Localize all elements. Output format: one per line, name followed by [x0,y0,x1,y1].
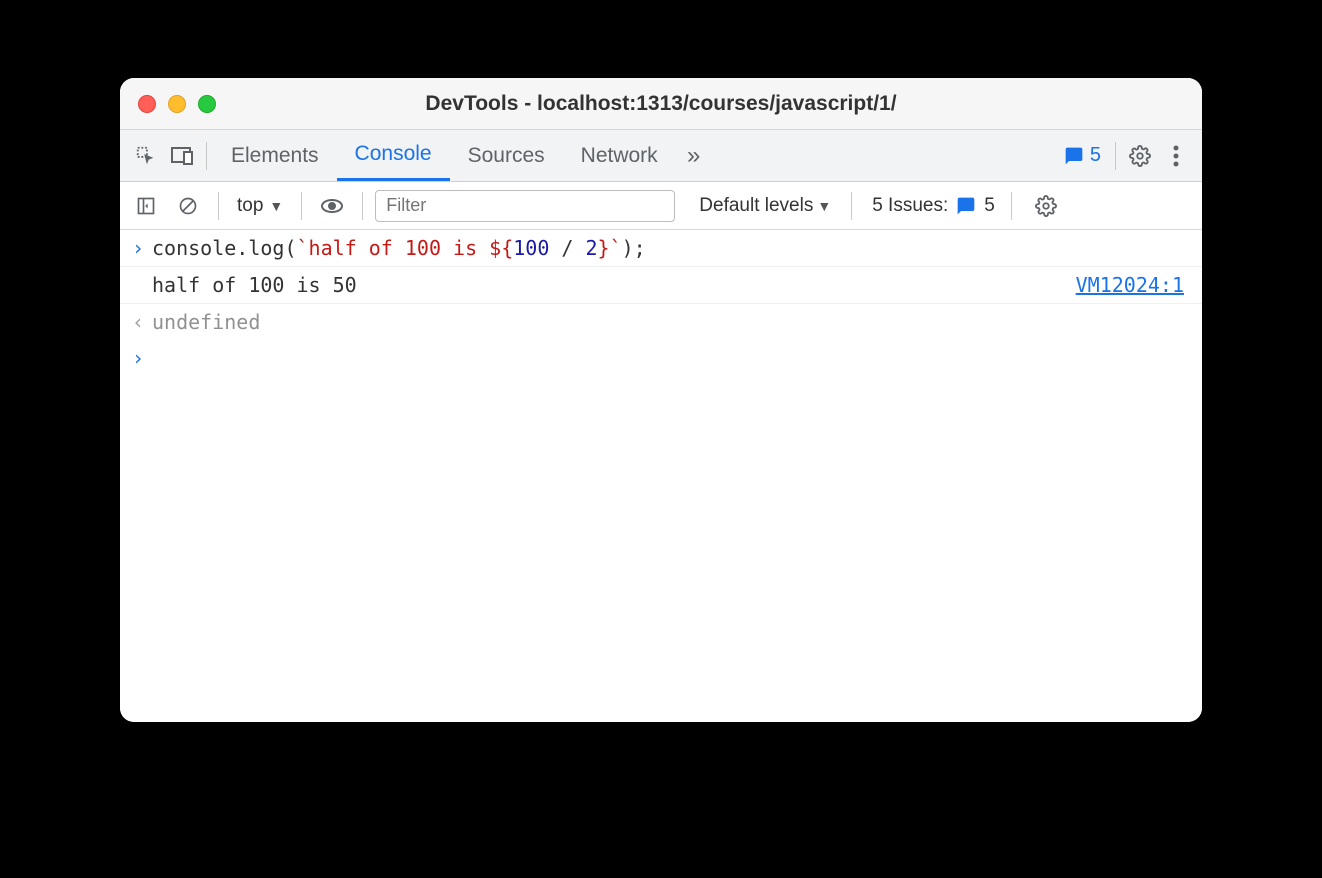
divider [218,192,219,220]
console-input-code: console.log(`half of 100 is ${100 / 2}`)… [152,236,1190,260]
console-log-text: half of 100 is 50 [152,273,1076,297]
maximize-window-button[interactable] [198,95,216,113]
context-selector[interactable]: top ▼ [231,195,289,217]
clear-console-icon[interactable] [170,188,206,224]
input-caret-icon: › [132,236,152,260]
more-tabs-icon[interactable]: » [676,138,712,174]
devtools-window: DevTools - localhost:1313/courses/javasc… [120,78,1202,722]
divider [301,192,302,220]
window-title: DevTools - localhost:1313/courses/javasc… [120,92,1202,116]
console-prompt-row[interactable]: › [120,340,1202,376]
traffic-lights [120,95,216,113]
close-window-button[interactable] [138,95,156,113]
tab-elements[interactable]: Elements [213,130,337,181]
console-settings-icon[interactable] [1028,188,1064,224]
console-return-row: ‹ undefined [120,304,1202,340]
divider [362,192,363,220]
gutter-spacer [132,273,152,297]
tab-sources[interactable]: Sources [450,130,563,181]
chevron-down-icon: ▼ [817,198,831,214]
console-output[interactable]: › console.log(`half of 100 is ${100 / 2}… [120,230,1202,722]
settings-icon[interactable] [1122,138,1158,174]
console-toolbar: top ▼ Default levels ▼ 5 Issues: 5 [120,182,1202,230]
live-expression-icon[interactable] [314,188,350,224]
console-input-row: › console.log(`half of 100 is ${100 / 2}… [120,230,1202,267]
filter-input[interactable] [375,190,675,222]
toggle-sidebar-icon[interactable] [128,188,164,224]
divider [1115,142,1116,170]
device-toolbar-icon[interactable] [164,138,200,174]
log-levels-selector[interactable]: Default levels ▼ [699,195,831,217]
window-titlebar: DevTools - localhost:1313/courses/javasc… [120,78,1202,130]
output-caret-icon: ‹ [132,310,152,334]
inspect-element-icon[interactable] [128,138,164,174]
context-label: top [237,195,263,217]
chevron-down-icon: ▼ [269,198,283,214]
devtools-tabbar: Elements Console Sources Network » 5 [120,130,1202,182]
console-log-row: half of 100 is 50 VM12024:1 [120,267,1202,304]
kebab-menu-icon[interactable] [1158,138,1194,174]
return-value: undefined [152,310,1190,334]
tab-network[interactable]: Network [563,130,676,181]
divider [851,192,852,220]
issues-button[interactable]: 5 Issues: 5 [872,195,995,217]
levels-label: Default levels [699,195,813,217]
source-link[interactable]: VM12024:1 [1076,273,1190,297]
issues-count: 5 [984,195,995,217]
divider [1011,192,1012,220]
issues-label: 5 Issues: [872,195,948,217]
prompt-caret-icon: › [132,346,152,370]
minimize-window-button[interactable] [168,95,186,113]
messages-count: 5 [1090,144,1101,167]
messages-badge[interactable]: 5 [1056,144,1109,167]
divider [206,142,207,170]
tab-console[interactable]: Console [337,130,450,181]
